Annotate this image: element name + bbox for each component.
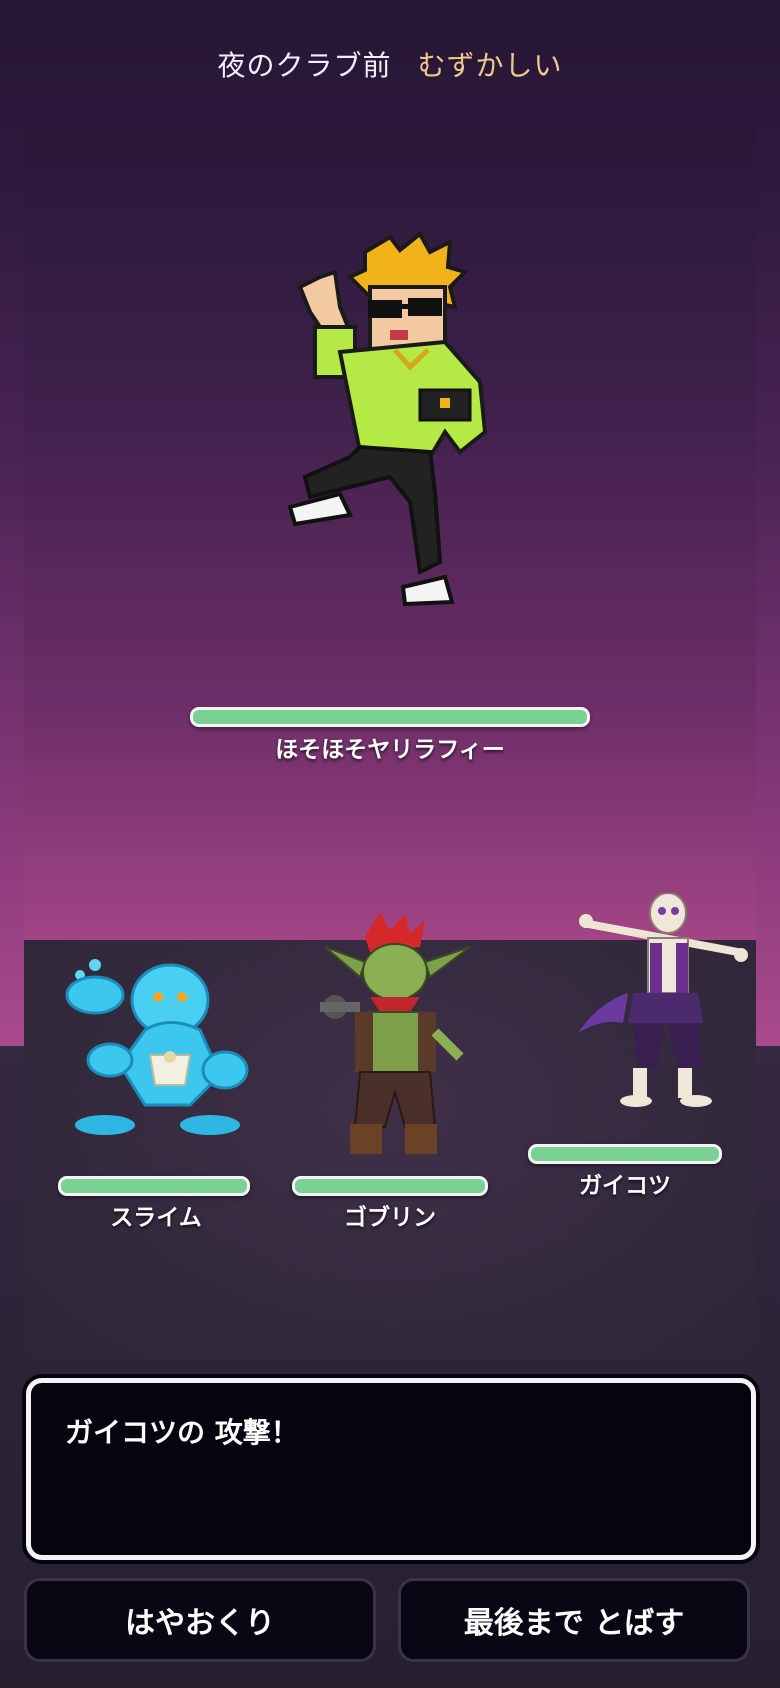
battle-message-box: ガイコツの 攻撃！: [26, 1378, 756, 1560]
goblin-name: ゴブリン: [344, 1205, 436, 1231]
skeleton-hp-bar: [528, 1144, 722, 1164]
goblin-hp-fill: [295, 1179, 485, 1193]
difficulty-label: むずかしい: [417, 49, 563, 82]
slime-hp-bar: [58, 1176, 250, 1196]
goblin-hp-bar: [292, 1176, 488, 1196]
location-label: 夜のクラブ前: [217, 49, 392, 82]
skeleton-hp-fill: [531, 1147, 719, 1161]
slime-hp-fill: [61, 1179, 247, 1193]
boss-hp-fill: [193, 710, 587, 724]
skeleton-name: ガイコツ: [579, 1173, 671, 1199]
goblin-sprite: [320, 912, 471, 1154]
skip-to-end-button[interactable]: 最後まで とばす: [398, 1578, 750, 1662]
boss-name: ほそほそヤリラフィー: [275, 737, 505, 763]
skeleton-sprite: [578, 893, 748, 1107]
slime-sprite: [65, 959, 249, 1135]
boss-dancer-sprite: [287, 232, 488, 607]
fast-forward-button[interactable]: はやおくり: [24, 1578, 376, 1662]
boss-hp-bar: [190, 707, 590, 727]
battle-message-text: ガイコツの 攻撃！: [65, 1416, 299, 1449]
stage-title: 夜のクラブ前 むずかしい: [0, 44, 780, 84]
slime-name: スライム: [110, 1205, 202, 1231]
